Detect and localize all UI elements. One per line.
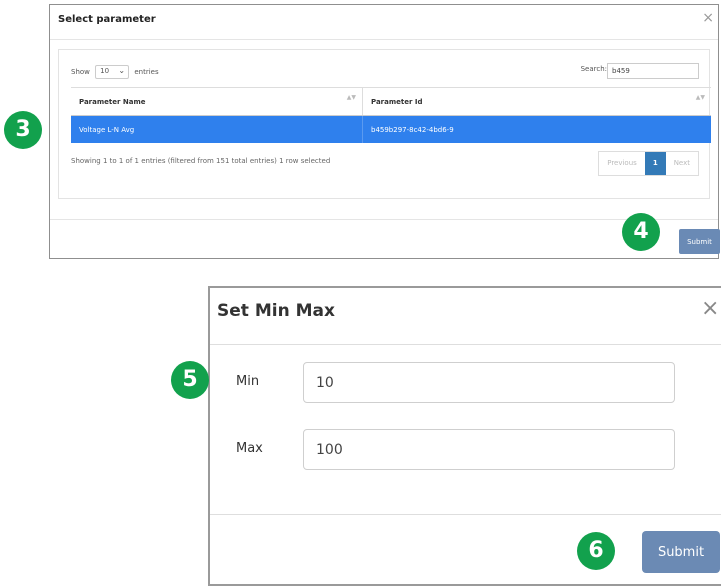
table-info: Showing 1 to 1 of 1 entries (filtered fr… bbox=[71, 157, 331, 165]
search-label: Search: bbox=[580, 65, 607, 73]
select-parameter-modal: Select parameter × Show 10 ⌄ entries Sea… bbox=[49, 4, 720, 259]
sort-icon: ▲▼ bbox=[695, 94, 705, 101]
max-label: Max bbox=[236, 441, 263, 456]
submit-button[interactable]: Submit bbox=[642, 531, 720, 573]
cell-parameter-name[interactable]: Voltage L-N Avg bbox=[71, 115, 363, 143]
pagination-page-1[interactable]: 1 bbox=[644, 152, 666, 175]
step-badge-3: 3 bbox=[4, 111, 42, 149]
submit-button[interactable]: Submit bbox=[679, 229, 720, 254]
chevron-down-icon: ⌄ bbox=[118, 66, 126, 75]
modal-title: Select parameter bbox=[58, 14, 156, 25]
column-header-parameter-id[interactable]: Parameter Id ▲▼ bbox=[362, 87, 711, 116]
page-length-select[interactable]: 10 ⌄ bbox=[95, 65, 130, 79]
pagination: Previous 1 Next bbox=[598, 151, 699, 176]
column-header-parameter-name[interactable]: Parameter Name ▲▼ bbox=[71, 87, 363, 116]
sort-icon: ▲▼ bbox=[346, 94, 356, 101]
search-input[interactable] bbox=[607, 63, 699, 79]
page-length-value: 10 bbox=[100, 67, 110, 75]
min-label: Min bbox=[236, 374, 260, 389]
footer-divider bbox=[210, 514, 721, 515]
pagination-previous-button[interactable]: Previous bbox=[599, 152, 645, 175]
step-badge-4: 4 bbox=[622, 213, 660, 251]
close-icon[interactable]: × bbox=[701, 298, 719, 320]
max-input[interactable] bbox=[303, 429, 675, 470]
parameter-table-panel: Show 10 ⌄ entries Search: Parameter Name… bbox=[58, 49, 711, 199]
step-badge-6: 6 bbox=[577, 532, 615, 570]
footer-divider bbox=[50, 219, 718, 220]
close-icon[interactable]: × bbox=[702, 11, 714, 25]
parameter-table: Parameter Name ▲▼ Parameter Id ▲▼ Voltag… bbox=[71, 87, 711, 143]
pagination-next-button[interactable]: Next bbox=[666, 152, 698, 175]
show-label: Show bbox=[71, 68, 90, 76]
table-row-selected[interactable]: Voltage L-N Avg b459b297-8c42-4bd6-9 bbox=[71, 115, 711, 143]
set-min-max-modal: Set Min Max × Min Max Submit bbox=[208, 286, 721, 586]
modal-title: Set Min Max bbox=[217, 301, 335, 321]
entries-label: entries bbox=[134, 68, 159, 76]
modal-header: Select parameter × bbox=[50, 5, 718, 40]
cell-parameter-id[interactable]: b459b297-8c42-4bd6-9 bbox=[362, 115, 711, 143]
step-badge-5: 5 bbox=[171, 361, 209, 399]
page-length-control: Show 10 ⌄ entries bbox=[71, 65, 159, 79]
header-divider bbox=[210, 344, 721, 345]
min-input[interactable] bbox=[303, 362, 675, 403]
